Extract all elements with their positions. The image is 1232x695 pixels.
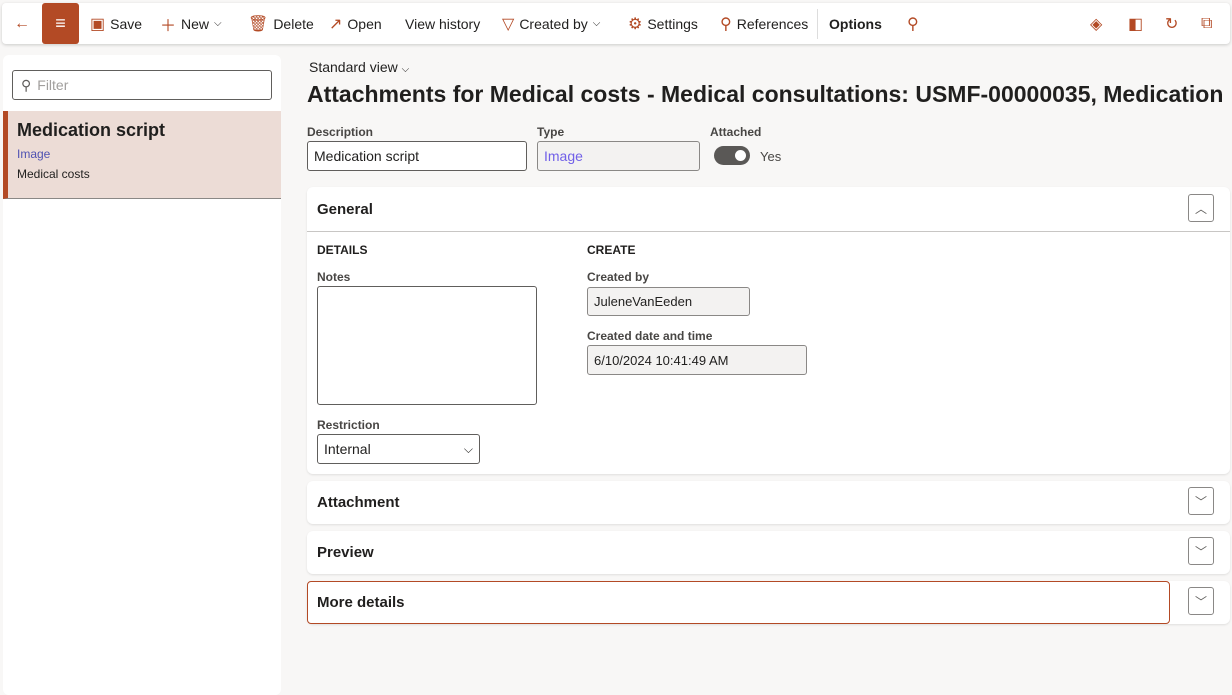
chevron-down-icon: ﹀: [1194, 494, 1207, 509]
chevron-down-icon: ⌵: [592, 18, 601, 29]
action-pane: ← ≡ ▣ Save ＋ New ⌵ 🗑 Delete ↗ Open View histo…: [2, 3, 1230, 44]
view-history-label: View history: [405, 15, 481, 32]
attached-label: Attached: [710, 125, 762, 139]
open-arrow-icon: ↗: [329, 15, 343, 33]
settings-button[interactable]: ⚙ Settings: [628, 3, 698, 44]
create-heading: CREATE: [587, 243, 636, 257]
chevron-down-icon: ⌵: [214, 18, 222, 29]
options-tab[interactable]: Options: [829, 3, 882, 44]
description-field[interactable]: Medication script: [307, 141, 527, 171]
refresh-button[interactable]: ↻: [1165, 3, 1178, 44]
view-selector[interactable]: Standard view ⌵: [309, 59, 409, 75]
search-icon: ⚲: [907, 15, 919, 33]
open-label: Open: [347, 15, 382, 32]
list-pane: ⚲ Filter Medication script Image Medical …: [3, 55, 281, 695]
restriction-select[interactable]: Internal ⌵: [317, 434, 480, 464]
focus-outline: [307, 581, 1170, 624]
trash-icon: 🗑: [248, 15, 269, 33]
chevron-up-icon: ︿: [1194, 201, 1207, 216]
view-label: Standard view: [309, 59, 398, 75]
divider: [817, 9, 818, 39]
references-label: References: [736, 15, 809, 32]
preview-header[interactable]: Preview: [317, 544, 374, 561]
list-item[interactable]: Medication script Image Medical costs: [3, 111, 281, 199]
new-button[interactable]: ＋ New ⌵: [160, 3, 222, 44]
expand-button[interactable]: ﹀: [1188, 537, 1214, 565]
search-button[interactable]: ⚲: [907, 3, 919, 44]
gear-icon: ⚙: [628, 15, 643, 33]
type-field[interactable]: Image: [537, 141, 700, 171]
references-button[interactable]: ⚲ References: [720, 3, 808, 44]
notes-textarea[interactable]: [317, 286, 537, 405]
new-label: New: [181, 15, 210, 32]
more-details-header[interactable]: More details: [317, 594, 405, 611]
created-dt-field[interactable]: 6/10/2024 10:41:49 AM: [587, 345, 807, 375]
office-button[interactable]: ◧: [1128, 3, 1143, 44]
attached-value: Yes: [760, 149, 782, 164]
chevron-down-icon: ⌵: [401, 64, 410, 75]
general-section: General ︿ DETAILS Notes Restriction Inte…: [307, 187, 1230, 474]
popout-button[interactable]: ⧉: [1201, 3, 1212, 44]
restriction-label: Restriction: [317, 418, 380, 432]
created-by-label: Created by: [587, 270, 650, 284]
attachment-section[interactable]: Attachment ﹀: [307, 481, 1230, 524]
search-icon: ⚲: [21, 76, 32, 93]
options-label: Options: [829, 15, 882, 32]
created-by-field[interactable]: JuleneVanEeden: [587, 287, 750, 316]
expand-button[interactable]: ﹀: [1188, 587, 1214, 615]
item-area: Medical costs: [17, 167, 90, 181]
power-apps-button[interactable]: ◈: [1090, 3, 1102, 44]
search-icon: ⚲: [720, 15, 732, 33]
type-label: Type: [537, 125, 565, 139]
chevron-down-icon: ⌵: [463, 441, 473, 456]
created-by-label: Created by: [519, 15, 588, 32]
filter-input[interactable]: ⚲ Filter: [12, 70, 272, 100]
description-label: Description: [307, 125, 374, 139]
diamond-grid-icon: ◈: [1090, 15, 1103, 33]
attachment-header[interactable]: Attachment: [317, 494, 400, 511]
chevron-down-icon: ﹀: [1194, 594, 1207, 609]
back-button[interactable]: ←: [14, 3, 30, 44]
open-button[interactable]: ↗ Open: [329, 3, 382, 44]
notes-label: Notes: [317, 270, 351, 284]
created-dt-label: Created date and time: [587, 329, 713, 343]
attached-toggle[interactable]: [714, 146, 750, 165]
delete-label: Delete: [273, 15, 314, 32]
page-title: Attachments for Medical costs - Medical …: [307, 81, 1224, 107]
save-label: Save: [110, 15, 143, 32]
plus-icon: ＋: [160, 17, 177, 35]
general-header[interactable]: General: [317, 201, 373, 218]
menu-icon: ≡: [55, 13, 66, 33]
item-title: Medication script: [17, 120, 166, 140]
office-icon: ◧: [1128, 15, 1144, 33]
delete-button[interactable]: 🗑 Delete: [248, 3, 314, 44]
expand-button[interactable]: ﹀: [1188, 487, 1214, 515]
hamburger-menu-button[interactable]: ≡: [42, 3, 79, 44]
back-arrow-icon: ←: [14, 14, 30, 32]
restriction-value: Internal: [324, 441, 371, 457]
chevron-down-icon: ﹀: [1194, 544, 1207, 559]
popout-icon: ⧉: [1201, 14, 1213, 32]
toggle-knob: [735, 150, 746, 161]
view-history-button[interactable]: View history: [405, 3, 480, 44]
more-details-section[interactable]: More details ﹀: [307, 581, 1230, 624]
item-type-link[interactable]: Image: [17, 147, 281, 161]
preview-section[interactable]: Preview ﹀: [307, 531, 1230, 574]
collapse-button[interactable]: ︿: [1188, 194, 1214, 222]
save-button[interactable]: ▣ Save: [90, 3, 142, 44]
details-heading: DETAILS: [317, 243, 368, 257]
created-by-button[interactable]: ▽ Created by ⌵: [502, 3, 600, 44]
settings-label: Settings: [647, 15, 698, 32]
filter-placeholder: Filter: [37, 77, 69, 93]
refresh-icon: ↻: [1165, 15, 1179, 33]
save-icon: ▣: [90, 15, 106, 33]
filter-icon: ▽: [502, 15, 515, 33]
